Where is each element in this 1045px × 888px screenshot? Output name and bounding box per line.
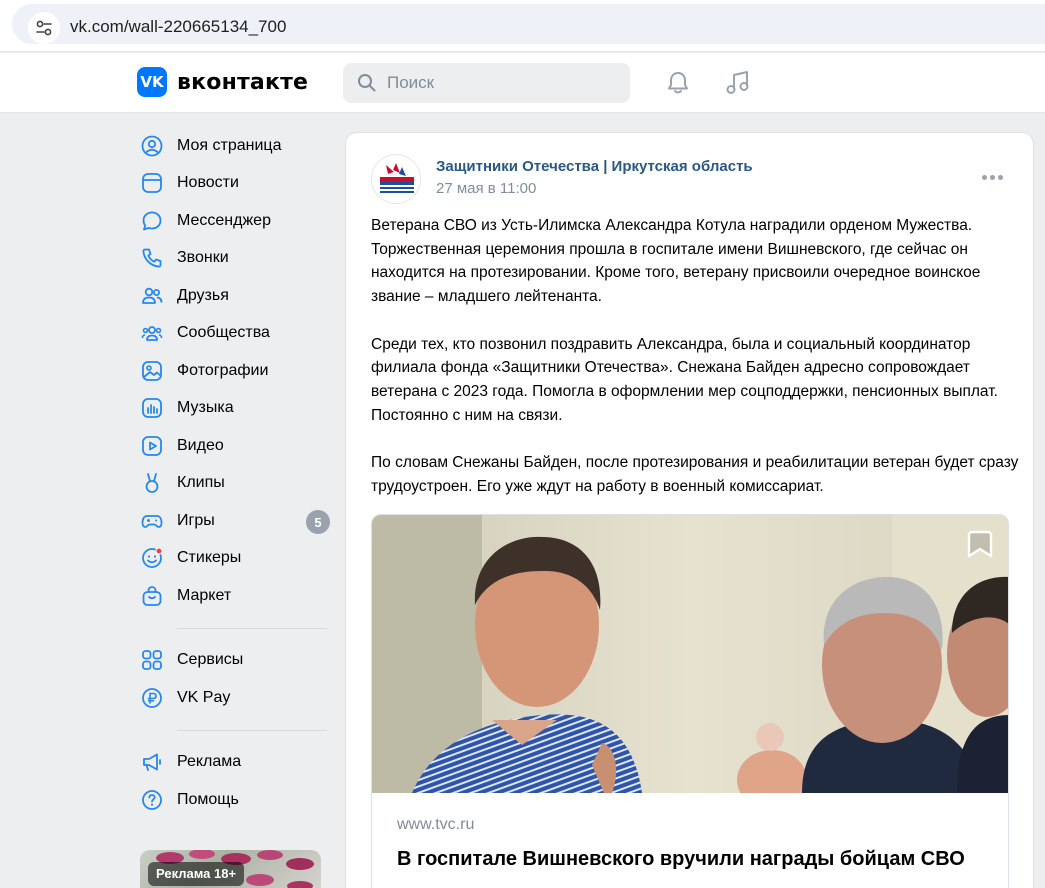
sidebar-item-label: Игры	[177, 511, 215, 529]
sidebar-item-label: Сообщества	[177, 324, 270, 342]
left-sidebar: Моя страница Новости Мессенджер Звонки Д…	[137, 127, 332, 819]
communities-icon	[141, 326, 163, 342]
music-icon	[142, 398, 162, 419]
friends-icon	[142, 287, 163, 304]
url-bar[interactable]: vk.com/wall-220665134_700	[12, 4, 1045, 44]
news-icon	[142, 173, 162, 194]
sidebar-item-services[interactable]: Сервисы	[137, 642, 332, 680]
vk-logo-icon: VK	[137, 67, 167, 97]
sidebar-item-ads[interactable]: Реклама	[137, 744, 332, 782]
search-icon	[358, 74, 376, 92]
sidebar-item-label: Друзья	[177, 286, 229, 304]
more-dot-icon	[982, 175, 987, 180]
community-avatar[interactable]	[371, 154, 421, 204]
services-icon	[142, 650, 162, 671]
attachment-image	[372, 515, 1008, 793]
sidebar-item-friends[interactable]: Друзья	[137, 277, 332, 315]
sidebar-item-label: Клипы	[177, 474, 225, 492]
megaphone-icon	[143, 753, 161, 772]
sidebar-item-market[interactable]: Маркет	[137, 577, 332, 615]
search-box[interactable]	[343, 63, 630, 103]
sidebar-item-vkpay[interactable]: VK Pay	[137, 679, 332, 717]
sidebar-item-stickers[interactable]: Стикеры	[137, 540, 332, 578]
user-circle-icon	[141, 135, 163, 157]
bookmark-icon[interactable]	[966, 529, 994, 559]
photo-icon	[142, 360, 162, 381]
market-icon	[142, 585, 162, 606]
sidebar-item-label: Помощь	[177, 790, 239, 808]
sidebar-item-music[interactable]: Музыка	[137, 390, 332, 428]
games-count-badge: 5	[306, 510, 330, 534]
sidebar-item-label: Сервисы	[177, 651, 244, 669]
message-icon	[142, 211, 162, 231]
more-dot-icon	[990, 175, 995, 180]
community-logo-icon	[372, 155, 420, 203]
sidebar-item-games[interactable]: Игры 5	[137, 502, 332, 540]
vk-logo[interactable]: VK вконтакте	[137, 67, 308, 97]
sidebar-item-label: Стикеры	[177, 549, 242, 567]
help-icon	[142, 789, 162, 810]
sidebar-item-label: Новости	[177, 174, 239, 192]
sidebar-item-label: Видео	[177, 436, 224, 454]
sidebar-item-label: Моя страница	[177, 136, 282, 154]
sidebar-item-news[interactable]: Новости	[137, 165, 332, 203]
sidebar-item-photos[interactable]: Фотографии	[137, 352, 332, 390]
sidebar-item-clips[interactable]: Клипы	[137, 465, 332, 503]
sidebar-item-label: Звонки	[177, 249, 229, 267]
site-settings-button[interactable]	[28, 12, 60, 44]
sidebar-item-label: VK Pay	[177, 688, 231, 706]
sidebar-item-communities[interactable]: Сообщества	[137, 315, 332, 353]
sidebar-item-label: Фотографии	[177, 361, 269, 379]
link-domain: www.tvc.ru	[397, 816, 475, 833]
music-note-icon[interactable]	[724, 69, 752, 97]
post-date[interactable]: 27 мая в 11:00	[436, 180, 536, 197]
vkpay-icon	[142, 687, 162, 708]
more-dot-icon	[998, 175, 1003, 180]
sidebar-item-calls[interactable]: Звонки	[137, 240, 332, 278]
clips-icon	[145, 473, 159, 494]
sidebar-divider	[177, 729, 327, 731]
sidebar-item-video[interactable]: Видео	[137, 427, 332, 465]
sidebar-item-label: Реклама	[177, 753, 242, 771]
bell-icon[interactable]	[665, 70, 691, 96]
post-paragraph: Среди тех, кто позвонил поздравить Алекс…	[371, 335, 998, 424]
post-author-link[interactable]: Защитники Отечества | Иркутская область	[436, 158, 753, 175]
ad-age-label: Реклама 18+	[148, 862, 245, 886]
browser-address-bar: vk.com/wall-220665134_700	[0, 0, 1045, 52]
search-input[interactable]	[387, 72, 617, 94]
vk-header: VK вконтакте	[0, 53, 1045, 113]
link-title[interactable]: В госпитале Вишневского вручили награды …	[397, 848, 965, 871]
sidebar-divider	[177, 627, 327, 629]
logo-text: вконтакте	[177, 69, 309, 95]
post-paragraph: Ветерана СВО из Усть-Илимска Александра …	[371, 217, 981, 306]
sidebar-item-label: Музыка	[177, 399, 234, 417]
tune-icon	[36, 20, 52, 36]
sidebar-item-help[interactable]: Помощь	[137, 781, 332, 819]
post-more-button[interactable]	[982, 175, 1003, 180]
url-text[interactable]: vk.com/wall-220665134_700	[70, 17, 286, 37]
sidebar-item-label: Маркет	[177, 586, 232, 604]
post-paragraph: По словам Снежаны Байден, после протезир…	[371, 454, 1019, 495]
games-icon	[141, 514, 163, 528]
video-icon	[142, 435, 162, 456]
stickers-icon	[142, 547, 163, 569]
post-card: Защитники Отечества | Иркутская область …	[345, 132, 1034, 888]
post-text: Ветерана СВО из Усть-Илимска Александра …	[371, 214, 1021, 498]
sidebar-item-messenger[interactable]: Мессенджер	[137, 202, 332, 240]
sidebar-item-label: Мессенджер	[177, 211, 271, 229]
sidebar-item-my-page[interactable]: Моя страница	[137, 127, 332, 165]
link-attachment[interactable]: www.tvc.ru В госпитале Вишневского вручи…	[371, 514, 1009, 888]
attachment-photo[interactable]	[372, 515, 1008, 793]
phone-icon	[142, 248, 162, 268]
sidebar-ad-thumbnail[interactable]: Реклама 18+	[140, 850, 321, 888]
